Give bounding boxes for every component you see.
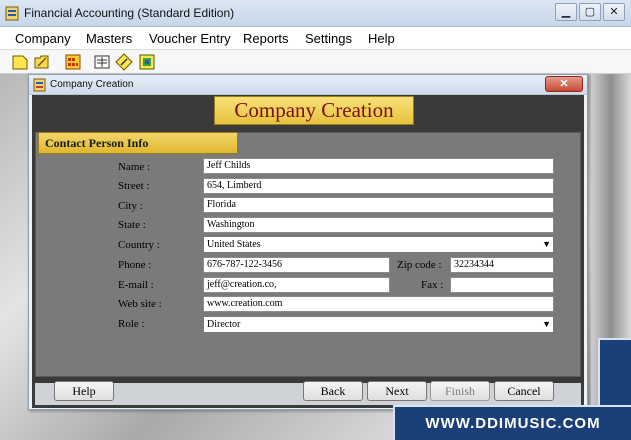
app-window: Financial Accounting (Standard Edition) … bbox=[0, 0, 631, 440]
role-label: Role : bbox=[118, 318, 145, 330]
menu-voucher-entry[interactable]: Voucher Entry bbox=[149, 31, 231, 46]
city-field[interactable]: Florida bbox=[203, 197, 554, 213]
back-button[interactable]: Back bbox=[303, 381, 363, 401]
window-controls: ▁ ▢ ✕ bbox=[555, 3, 625, 21]
finish-button[interactable]: Finish bbox=[430, 381, 490, 401]
open-company-icon[interactable] bbox=[33, 53, 51, 71]
company-creation-dialog: Company Creation ✕ Company Creation Cont… bbox=[28, 74, 588, 410]
menu-bar: Company Masters Voucher Entry Reports Se… bbox=[0, 27, 631, 50]
app-icon bbox=[5, 6, 19, 21]
name-field[interactable]: Jeff Childs bbox=[203, 158, 554, 174]
country-select-value: United States bbox=[207, 239, 261, 250]
fax-label: Fax : bbox=[421, 279, 444, 291]
maximize-button[interactable]: ▢ bbox=[579, 3, 601, 21]
edit-icon[interactable] bbox=[115, 53, 133, 71]
menu-help[interactable]: Help bbox=[368, 31, 395, 46]
email-label: E-mail : bbox=[118, 279, 154, 291]
menu-reports[interactable]: Reports bbox=[243, 31, 289, 46]
zip-field[interactable]: 32234344 bbox=[450, 257, 554, 273]
menu-settings[interactable]: Settings bbox=[305, 31, 352, 46]
title-bar: Financial Accounting (Standard Edition) … bbox=[0, 0, 631, 27]
watermark: WWW.DDIMUSIC.COM bbox=[393, 405, 631, 440]
fax-field[interactable] bbox=[450, 277, 554, 293]
minimize-button[interactable]: ▁ bbox=[555, 3, 577, 21]
role-select[interactable]: Director ▼ bbox=[203, 316, 554, 333]
dialog-close-button[interactable]: ✕ bbox=[545, 76, 583, 92]
page-title: Company Creation bbox=[214, 96, 414, 125]
phone-field[interactable]: 676-787-122-3456 bbox=[203, 257, 390, 273]
role-select-value: Director bbox=[207, 319, 241, 330]
country-select[interactable]: United States ▼ bbox=[203, 236, 554, 253]
website-label: Web site : bbox=[118, 298, 162, 310]
street-label: Street : bbox=[118, 180, 150, 192]
dialog-title: Company Creation bbox=[50, 79, 134, 90]
export-icon[interactable] bbox=[138, 53, 156, 71]
calendar-icon[interactable] bbox=[64, 53, 82, 71]
chevron-down-icon[interactable]: ▼ bbox=[542, 237, 551, 252]
watermark-corner bbox=[598, 338, 631, 408]
city-label: City : bbox=[118, 200, 143, 212]
name-label: Name : bbox=[118, 161, 151, 173]
close-button[interactable]: ✕ bbox=[603, 3, 625, 21]
street-field[interactable]: 654, Limberd bbox=[203, 178, 554, 194]
zip-label: Zip code : bbox=[397, 259, 442, 271]
menu-masters[interactable]: Masters bbox=[86, 31, 132, 46]
new-company-icon[interactable] bbox=[11, 53, 29, 71]
state-label: State : bbox=[118, 219, 146, 231]
help-button[interactable]: Help bbox=[54, 381, 114, 401]
section-title: Contact Person Info bbox=[38, 132, 238, 154]
next-button[interactable]: Next bbox=[367, 381, 427, 401]
window-title: Financial Accounting (Standard Edition) bbox=[24, 6, 235, 20]
phone-label: Phone : bbox=[118, 259, 152, 271]
dialog-app-icon bbox=[33, 78, 46, 92]
email-field[interactable]: jeff@creation.co, bbox=[203, 277, 390, 293]
dialog-body: Company Creation Contact Person Info Nam… bbox=[32, 95, 584, 408]
cancel-button[interactable]: Cancel bbox=[494, 381, 554, 401]
menu-company[interactable]: Company bbox=[15, 31, 71, 46]
chevron-down-icon[interactable]: ▼ bbox=[542, 317, 551, 332]
ledger-icon[interactable] bbox=[93, 53, 111, 71]
country-label: Country : bbox=[118, 239, 160, 251]
state-field[interactable]: Washington bbox=[203, 217, 554, 233]
toolbar bbox=[0, 50, 631, 74]
dialog-title-bar: Company Creation ✕ bbox=[29, 75, 587, 95]
website-field[interactable]: www.creation.com bbox=[203, 296, 554, 312]
